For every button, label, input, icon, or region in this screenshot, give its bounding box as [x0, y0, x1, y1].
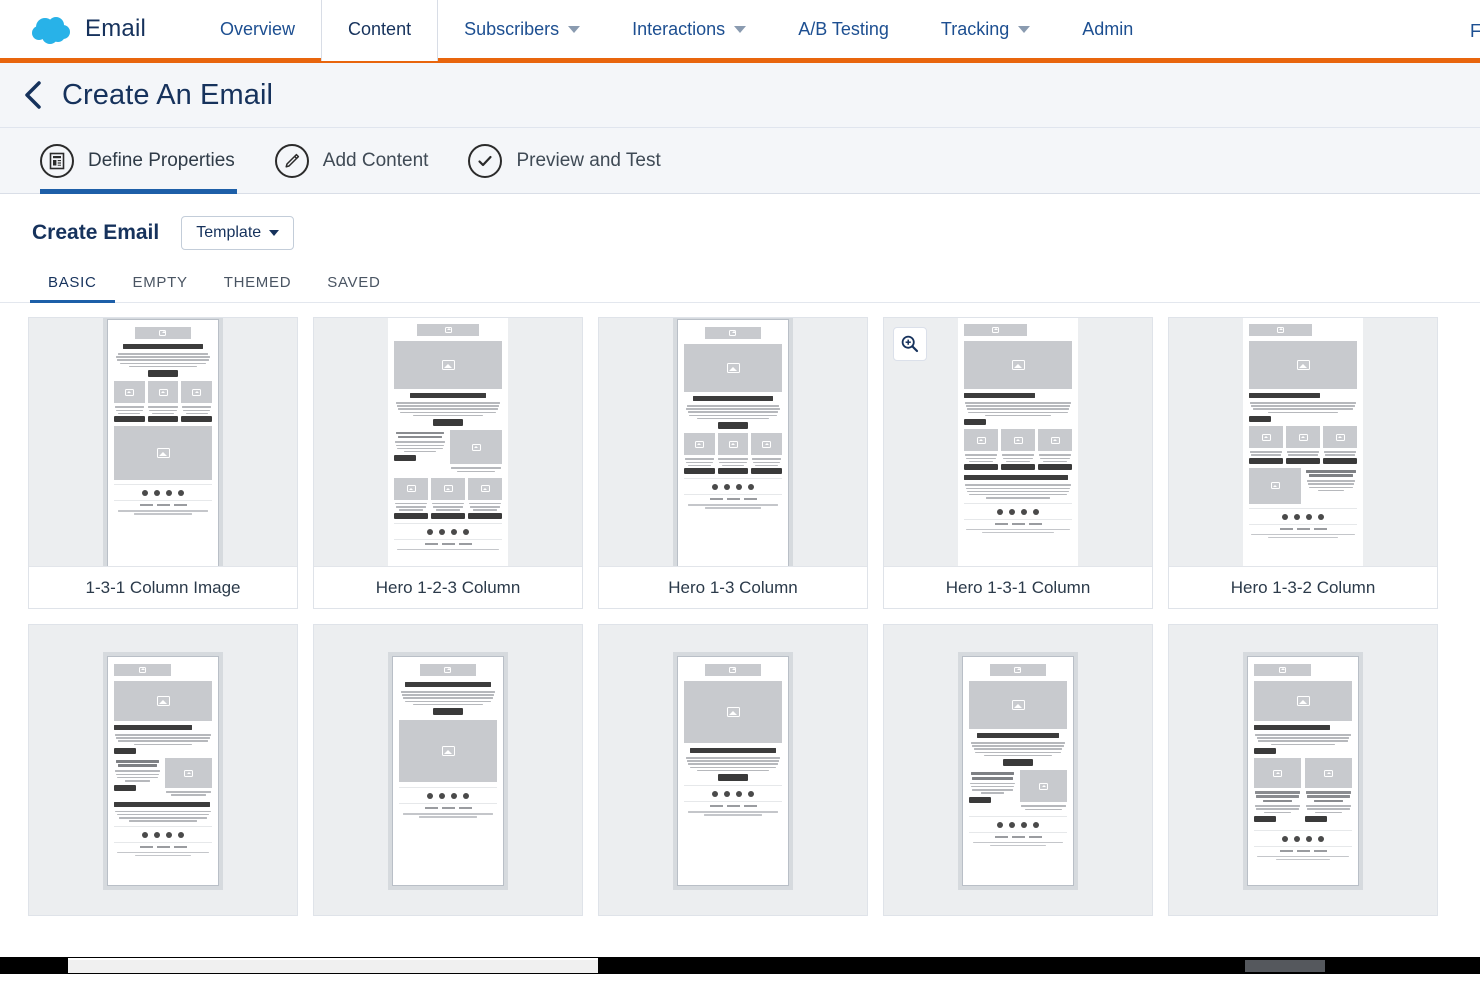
scrollbar-thumb[interactable]: [68, 958, 598, 973]
template-card-1-3-1-column-image[interactable]: 1-3-1 Column Image: [28, 317, 298, 609]
step-label: Define Properties: [88, 150, 235, 172]
template-category-tabs: BASIC EMPTY THEMED SAVED: [0, 250, 1480, 303]
create-email-title: Create Email: [32, 221, 159, 245]
nav-item-overview[interactable]: Overview: [194, 0, 321, 61]
template-grid: 1-3-1 Column Image: [0, 303, 1480, 916]
check-icon: [468, 144, 502, 178]
nav-items: Overview Content Subscribers Interaction…: [194, 0, 1159, 61]
chevron-down-icon: [269, 230, 279, 236]
template-card-hero-text-image-text[interactable]: [28, 624, 298, 916]
nav-item-tracking[interactable]: Tracking: [915, 0, 1056, 61]
nav-item-subscribers[interactable]: Subscribers: [438, 0, 606, 61]
template-thumbnail: [599, 625, 867, 915]
template-thumbnail: [884, 625, 1152, 915]
nav-item-overflow-label: F: [1470, 21, 1480, 42]
salesforce-cloud-icon: [30, 14, 72, 44]
brand: Email: [30, 14, 146, 44]
tab-saved[interactable]: SAVED: [309, 274, 398, 302]
template-thumbnail: [29, 625, 297, 915]
chevron-down-icon: [734, 26, 746, 33]
template-thumbnail: [1169, 625, 1437, 915]
step-label: Preview and Test: [516, 150, 660, 172]
nav-item-label: Interactions: [632, 19, 725, 40]
chevron-down-icon: [1018, 26, 1030, 33]
tab-empty[interactable]: EMPTY: [115, 274, 206, 302]
nav-item-label: Admin: [1082, 19, 1133, 40]
tab-label: SAVED: [327, 274, 380, 291]
nav-item-content[interactable]: Content: [321, 0, 438, 61]
template-card-hero-1-2-3-column[interactable]: Hero 1-2-3 Column: [313, 317, 583, 609]
nav-item-label: Tracking: [941, 19, 1009, 40]
template-card-label: Hero 1-2-3 Column: [314, 566, 582, 608]
template-thumbnail: [314, 625, 582, 915]
chevron-down-icon: [568, 26, 580, 33]
nav-item-interactions[interactable]: Interactions: [606, 0, 772, 61]
top-navigation-bar: Email Overview Content Subscribers Inter…: [0, 0, 1480, 63]
template-card-label: Hero 1-3-2 Column: [1169, 566, 1437, 608]
wizard-steps: Define Properties Add Content Preview an…: [0, 128, 1480, 194]
tab-themed[interactable]: THEMED: [206, 274, 310, 302]
step-preview-and-test[interactable]: Preview and Test: [468, 128, 700, 194]
horizontal-scrollbar[interactable]: [0, 957, 1480, 974]
template-card-centered-text-image[interactable]: [313, 624, 583, 916]
nav-item-overflow[interactable]: F: [1462, 0, 1480, 63]
tab-label: BASIC: [48, 274, 97, 291]
step-label: Add Content: [323, 150, 429, 172]
tab-basic[interactable]: BASIC: [30, 274, 115, 302]
template-dropdown-button[interactable]: Template: [181, 216, 294, 250]
brand-label: Email: [85, 15, 146, 43]
nav-item-admin[interactable]: Admin: [1056, 0, 1159, 61]
create-email-toolbar: Create Email Template: [0, 194, 1480, 250]
nav-item-ab-testing[interactable]: A/B Testing: [772, 0, 915, 61]
page-header: Create An Email: [0, 63, 1480, 128]
template-dropdown-label: Template: [196, 224, 261, 242]
nav-item-label: Content: [348, 19, 411, 40]
template-thumbnail: [1169, 318, 1437, 566]
step-define-properties[interactable]: Define Properties: [40, 128, 275, 194]
pencil-icon: [275, 144, 309, 178]
content-area: Create Email Template BASIC EMPTY THEMED…: [0, 194, 1480, 974]
template-card-hero-two-column[interactable]: [1168, 624, 1438, 916]
document-properties-icon: [40, 144, 74, 178]
page-title: Create An Email: [62, 79, 273, 112]
template-thumbnail: [29, 318, 297, 566]
nav-item-label: A/B Testing: [798, 19, 889, 40]
zoom-in-icon[interactable]: [893, 327, 927, 361]
chevron-left-icon[interactable]: [18, 78, 48, 112]
template-card-hero-1-3-1-column[interactable]: Hero 1-3-1 Column: [883, 317, 1153, 609]
template-thumbnail: [314, 318, 582, 566]
template-card-hero-text-two-col[interactable]: [883, 624, 1153, 916]
nav-item-label: Overview: [220, 19, 295, 40]
template-thumbnail: [599, 318, 867, 566]
template-card-label: Hero 1-3 Column: [599, 566, 867, 608]
tab-label: THEMED: [224, 274, 292, 291]
template-card-hero-1-3-column[interactable]: Hero 1-3 Column: [598, 317, 868, 609]
template-card-hero-1-3-2-column[interactable]: Hero 1-3-2 Column: [1168, 317, 1438, 609]
scrollbar-track-segment: [1245, 960, 1325, 972]
step-add-content[interactable]: Add Content: [275, 128, 469, 194]
template-card-hero-image-text[interactable]: [598, 624, 868, 916]
template-card-label: 1-3-1 Column Image: [29, 566, 297, 608]
tab-label: EMPTY: [133, 274, 188, 291]
template-card-label: Hero 1-3-1 Column: [884, 566, 1152, 608]
nav-item-label: Subscribers: [464, 19, 559, 40]
